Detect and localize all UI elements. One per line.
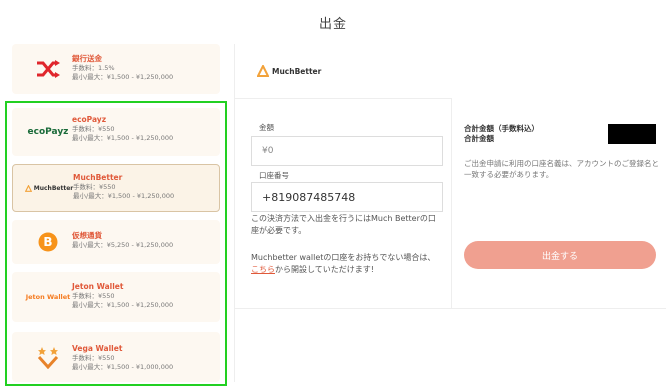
page-title: 出金 (318, 17, 347, 32)
requirement-note: この決済方法で入出金を行うにはMuch Betterの口座が必要です。 (251, 214, 436, 235)
method-fee: 手数料：1.5% (72, 64, 115, 72)
method-card-vega[interactable]: Vega Wallet 手数料：¥550 最小/最大：¥1,500 - ¥1,0… (12, 332, 220, 382)
method-card-crypto[interactable]: B 仮想通貨 最小/最大：¥5,250 - ¥1,250,000 (12, 220, 220, 264)
withdraw-button[interactable]: 出金する (464, 241, 656, 269)
redacted-value (608, 124, 656, 144)
method-name: 銀行送金 (72, 54, 102, 63)
signup-note: Muchbetter walletの口座をお持ちでない場合は、こちらから開設して… (251, 253, 436, 274)
method-card-muchbetter[interactable]: MuchBetter MuchBetter 手数料：¥550 最小/最大：¥1,… (12, 164, 220, 212)
method-name: 仮想通貨 (72, 231, 102, 240)
method-card-jeton[interactable]: Jeton Wallet Jeton Wallet 手数料：¥550 最小/最大… (12, 272, 220, 322)
method-name: MuchBetter (73, 173, 123, 182)
summary-note: ご出金申請に利用の口座名義は、アカウントのご登録名と一致する必要があります。 (464, 159, 659, 179)
panel-header: MuchBetter (235, 44, 666, 99)
muchbetter-icon (257, 65, 269, 77)
muchbetter-logo: MuchBetter (21, 165, 77, 211)
method-fee: 手数料：¥550 (73, 183, 116, 191)
signup-link[interactable]: こちら (251, 265, 275, 274)
bitcoin-icon: B (20, 220, 76, 264)
method-name: Vega Wallet (72, 344, 123, 353)
method-limits: 最小/最大：¥1,500 - ¥1,250,000 (72, 73, 174, 81)
method-limits: 最小/最大：¥1,500 - ¥1,250,000 (73, 192, 175, 200)
method-fee: 手数料：¥550 (72, 354, 115, 362)
summary-panel: 合計金額（手数料込） 合計金額 ご出金申請に利用の口座名義は、アカウントのご登録… (451, 98, 666, 309)
method-card-ecopayz[interactable]: ecoPayz ecoPayz 手数料：¥550 最小/最大：¥1,500 - … (12, 108, 220, 156)
total-label: 合計金額（手数料込） (464, 124, 539, 133)
method-limits: 最小/最大：¥5,250 - ¥1,250,000 (72, 241, 174, 249)
method-limits: 最小/最大：¥1,500 - ¥1,000,000 (72, 363, 174, 371)
withdraw-panel: MuchBetter 金額 ¥0 口座番号 +819087485748 この決済… (234, 44, 666, 382)
method-fee: 手数料：¥550 (72, 125, 115, 133)
method-name: ecoPayz (72, 115, 107, 124)
ecopayz-logo: ecoPayz (27, 127, 69, 137)
divider (235, 308, 666, 309)
amount-label: 金額 (259, 123, 274, 132)
method-name: Jeton Wallet (72, 282, 124, 291)
method-limits: 最小/最大：¥1,500 - ¥1,250,000 (72, 134, 174, 142)
jeton-logo: Jeton Wallet (25, 293, 71, 301)
account-number-label: 口座番号 (259, 171, 289, 180)
account-number-input[interactable]: +819087485748 (251, 182, 443, 212)
vega-logo-icon (20, 332, 76, 382)
svg-text:B: B (43, 235, 52, 249)
total-label-secondary: 合計金額 (464, 134, 494, 143)
amount-input[interactable]: ¥0 (251, 136, 443, 166)
muchbetter-header-logo: MuchBetter (257, 65, 321, 77)
method-card-bank[interactable]: 銀行送金 手数料：1.5% 最小/最大：¥1,500 - ¥1,250,000 (12, 44, 220, 94)
method-limits: 最小/最大：¥1,500 - ¥1,250,000 (72, 301, 174, 309)
shuffle-icon (20, 44, 76, 94)
method-fee: 手数料：¥550 (72, 292, 115, 300)
